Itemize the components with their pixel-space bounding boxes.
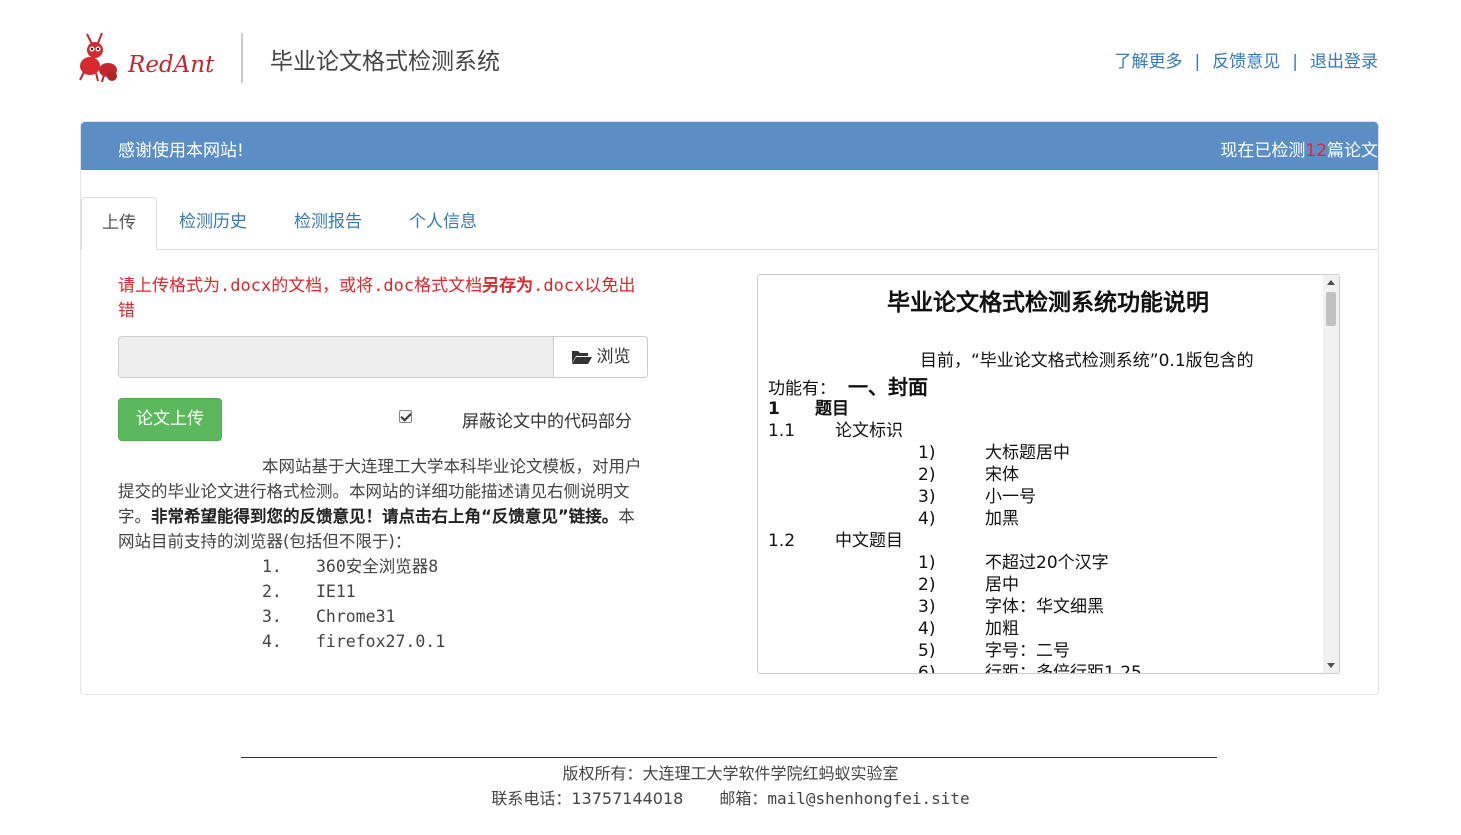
logout-link[interactable]: 退出登录 [1310,52,1378,72]
banner-thanks: 感谢使用本网站! [118,141,244,161]
list-item: 4. firefox27.0.1 [262,629,445,654]
warning-ext: .docx [220,276,272,296]
folder-open-icon [571,351,592,364]
doc-item: 6) 行距：多倍行距1.25 [918,658,1142,674]
function-description-box[interactable]: 毕业论文格式检测系统功能说明 目前，“毕业论文格式检测系统”0.1版包含的 功能… [757,274,1340,674]
doc-intro-line: 目前，“毕业论文格式检测系统”0.1版包含的 [920,351,1254,371]
list-number: 3. [262,607,282,626]
browser-name: firefox27.0.1 [316,632,446,651]
list-number: 4. [262,632,282,651]
list-number: 2. [262,582,282,601]
logo-text: RedAnt [128,52,215,78]
browser-name: Chrome31 [316,607,396,626]
file-path-field[interactable] [118,336,554,378]
browser-name: IE11 [316,582,356,601]
doc-section-heading: 一、封面 [848,375,928,399]
scroll-down-icon[interactable] [1327,663,1335,668]
tab-upload[interactable]: 上传 [81,197,157,250]
browser-name: 360安全浏览器8 [316,557,439,576]
doc-subheading: 1.1 论文标识 [768,416,903,441]
list-item: 2. IE11 [262,579,445,604]
doc-item-number: 6) [918,663,936,674]
doc-subheading-number: 1.2 [768,531,796,551]
warning-text: 格式文档 [414,276,483,296]
header-divider [241,33,243,83]
site-title: 毕业论文格式检测系统 [270,49,500,75]
scroll-thumb[interactable] [1326,292,1336,326]
list-number: 1. [262,557,282,576]
doc-subheading-text: 中文题目 [835,531,903,551]
doc-item-text: 加黑 [985,509,1019,529]
doc-subheading-number: 1.1 [768,421,796,441]
feedback-link[interactable]: 反馈意见 [1212,52,1280,72]
nav-separator: | [1194,52,1201,72]
doc-title: 毕业论文格式检测系统功能说明 [887,290,1209,316]
list-item: 1. 360安全浏览器8 [262,554,445,579]
scroll-up-icon[interactable] [1327,280,1335,285]
upload-warning: 请上传格式为.docx的文档，或将.doc格式文档另存为.docx以免出错 [118,274,648,324]
learn-more-link[interactable]: 了解更多 [1115,52,1183,72]
footer-email: 邮箱：mail@shenhongfei.site [719,789,970,808]
browse-label: 浏览 [596,347,631,367]
doc-scrollbar[interactable] [1323,275,1339,673]
doc-item: 4) 加黑 [918,504,1019,529]
tab-profile[interactable]: 个人信息 [409,197,477,249]
doc-subheading: 1.2 中文题目 [768,526,903,551]
doc-subheading-text: 论文标识 [835,421,903,441]
footer-copyright: 版权所有：大连理工大学软件学院红蚂蚁实验室 [562,764,899,783]
browser-list: 1. 360安全浏览器8 2. IE11 3. Chrome31 4. firefox2… [262,554,445,654]
footer-divider [241,757,1217,758]
tab-history[interactable]: 检测历史 [179,197,247,249]
top-nav: 了解更多 | 反馈意见 | 退出登录 [1115,47,1378,72]
upload-button[interactable]: 论文上传 [118,398,222,441]
tab-bar: 上传 检测历史 检测报告 个人信息 [81,197,1378,250]
file-picker: 浏览 [118,336,648,378]
banner-count-text: 现在已检测12篇论文 [1220,136,1378,161]
warning-text: 请上传格式为 [118,276,220,296]
hide-code-label: 屏蔽论文中的代码部分 [462,412,632,432]
doc-item-text: 行距：多倍行距1.25 [985,663,1142,674]
nav-separator: | [1292,52,1298,72]
doc-item-number: 4) [918,509,936,529]
header: RedAnt 毕业论文格式检测系统 了解更多 | 反馈意见 | 退出登录 [0,0,1461,110]
intro-bold: 非常希望能得到您的反馈意见！请点击右上角“反馈意见”链接。 [151,507,619,526]
checked-count: 12 [1305,141,1327,161]
list-item: 3. Chrome31 [262,604,445,629]
hide-code-checkbox[interactable] [399,410,412,423]
intro-text: 本网站基于大连理工大学本科毕业论文模板，对用户提交的毕业论文进行格式检测。本网站… [118,454,643,554]
banner-count-prefix: 现在已检测 [1220,141,1306,161]
warning-ext: .doc [373,276,415,296]
warning-ext: .docx [533,276,585,296]
welcome-banner: 感谢使用本网站! 现在已检测12篇论文 [81,122,1378,170]
footer-phone: 联系电话：13757144018 [491,789,684,808]
tab-report[interactable]: 检测报告 [294,197,362,249]
banner-count-suffix: 篇论文 [1327,141,1378,161]
warning-text: 的文档，或将 [271,276,374,296]
warning-bold: 另存为 [482,276,534,296]
footer-contact: 联系电话：13757144018 邮箱：mail@shenhongfei.site [0,785,1461,809]
browse-button[interactable]: 浏览 [553,336,648,378]
